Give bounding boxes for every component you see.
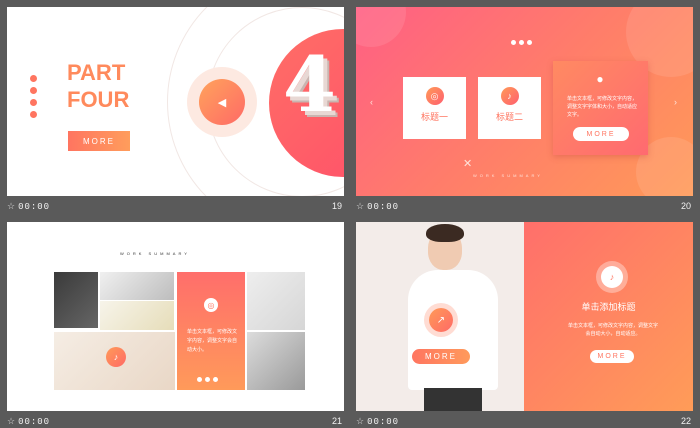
slide-footer: ☆ 00:00 22 (356, 413, 693, 428)
coins-icon: ◎ (204, 298, 218, 312)
slide-time: 00:00 (367, 202, 400, 212)
gradient-panel: ♪ 单击添加标题 单击文本框，可修改文字内容，调整文字会自动大小，自动适应。 M… (524, 222, 693, 411)
part-title: PART FOUR (67, 60, 130, 112)
slide-number: 21 (331, 416, 342, 426)
big-number: 4 (283, 40, 336, 129)
more-button[interactable]: MORE (573, 127, 629, 141)
more-button[interactable]: MORE (68, 131, 130, 151)
play-icon[interactable]: ◀ (199, 79, 245, 125)
left-arrow-icon[interactable]: ‹ (370, 97, 373, 107)
work-summary-text: WORK SUMMARY (473, 173, 543, 178)
slide-20-thumbnail[interactable]: ‹ › ◎ 标题一 ♪ 标题二 ● 单击文本框，可修改文字内容，调整文字字体和大… (356, 7, 693, 196)
slide-time: 00:00 (18, 417, 51, 427)
slide-footer: ☆ 00:00 21 (7, 413, 344, 428)
slide-footer: ☆ 00:00 19 (7, 198, 344, 216)
desk-photo (247, 332, 305, 390)
dots-indicator (511, 32, 535, 50)
panel-title: 单击添加标题 (581, 302, 636, 312)
coins-icon: ◎ (425, 87, 444, 105)
slide-number: 22 (680, 416, 691, 426)
bell-icon: ♪ (500, 87, 519, 105)
column-text: 单击文本框，可修改文字内容，调整文字会自动大小。 (187, 329, 238, 353)
panel-text: 单击文本框，可修改文字内容，调整文字会自动大小，自动适应。 (568, 323, 659, 337)
leaf-photo (247, 272, 305, 330)
person-photo (100, 272, 174, 300)
card-title-one[interactable]: ◎ 标题一 (403, 77, 466, 139)
work-summary-text: WORK SUMMARY (120, 251, 190, 256)
slide-footer: ☆ 00:00 20 (356, 198, 693, 216)
panel-more-button[interactable]: MORE (590, 350, 634, 363)
right-arrow-icon[interactable]: › (674, 97, 677, 107)
star-icon[interactable]: ☆ (7, 417, 15, 427)
chart-icon: ↗ (429, 308, 453, 332)
more-button[interactable]: MORE (412, 349, 470, 364)
drink-photo (100, 301, 174, 330)
dots-indicator (197, 369, 221, 387)
card-label: 标题二 (495, 112, 523, 122)
user-icon: ● (596, 72, 604, 86)
slide-22-thumbnail[interactable]: ↗ MORE ♪ 单击添加标题 单击文本框，可修改文字内容，调整文字会自动大小，… (356, 222, 693, 411)
slide-time: 00:00 (18, 202, 51, 212)
close-icon: ✕ (463, 158, 473, 170)
highlight-text: 单击文本框，可修改文字内容，调整文字字体和大小，自动适应文字。 (567, 96, 638, 118)
slide-number: 20 (680, 201, 691, 211)
slide-time: 00:00 (367, 417, 400, 427)
star-icon[interactable]: ☆ (356, 417, 364, 427)
highlight-card[interactable]: ● 单击文本框，可修改文字内容，调整文字字体和大小，自动适应文字。 MORE (553, 61, 648, 155)
card-title-two[interactable]: ♪ 标题二 (478, 77, 541, 139)
man-photo (396, 222, 516, 411)
star-icon[interactable]: ☆ (7, 202, 15, 212)
card-label: 标题一 (420, 112, 448, 122)
decor-circle (356, 7, 406, 47)
bell-icon: ♪ (601, 266, 623, 288)
slide-number: 19 (331, 201, 342, 211)
vertical-dots (30, 75, 37, 123)
slide-21-thumbnail[interactable]: WORK SUMMARY ♪ ◎ 单击文本框，可修改文字内容，调整文字会自动大小… (7, 222, 344, 411)
star-icon[interactable]: ☆ (356, 202, 364, 212)
slide-19-thumbnail[interactable]: PART FOUR MORE ◀ 4 (7, 7, 344, 196)
bell-icon: ♪ (106, 347, 126, 367)
text-column: ◎ 单击文本框，可修改文字内容，调整文字会自动大小。 (177, 272, 245, 390)
camera-photo (54, 272, 98, 328)
